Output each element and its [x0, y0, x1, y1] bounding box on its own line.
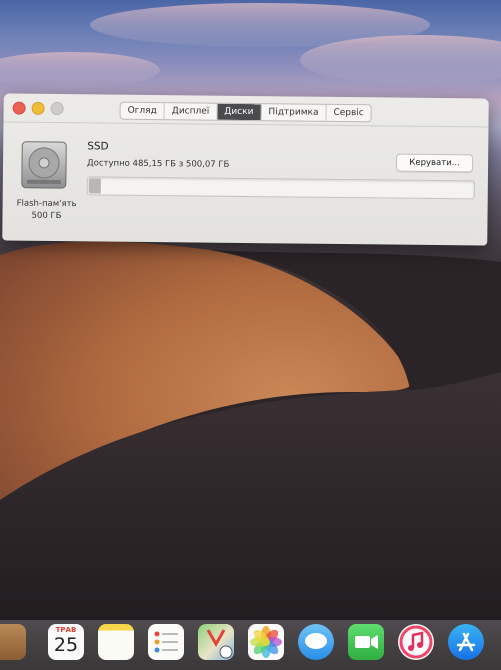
storage-used-segment	[88, 178, 101, 194]
close-button[interactable]	[12, 101, 26, 115]
dock: ТРАВ 25	[0, 620, 501, 670]
disk-available-text: Доступно 485,15 ГБ з 500,07 ГБ	[87, 158, 230, 170]
tab-service[interactable]: Сервіс	[326, 105, 370, 121]
tab-overview[interactable]: Огляд	[120, 102, 165, 120]
messages-icon[interactable]	[298, 624, 334, 660]
disk-type-label: Flash-пам'ять	[16, 198, 77, 210]
storage-usage-bar	[86, 176, 475, 200]
tab-displays[interactable]: Дисплеї	[164, 103, 218, 120]
maps-icon[interactable]	[198, 624, 234, 660]
system-info-window: Огляд Дисплеї Диски Підтримка Сервіс Fla…	[2, 93, 489, 246]
hard-drive-icon	[21, 141, 67, 189]
calendar-day: 25	[53, 634, 79, 656]
calendar-icon[interactable]: ТРАВ 25	[48, 624, 84, 660]
itunes-icon[interactable]	[398, 624, 434, 660]
disk-title: SSD	[87, 140, 109, 153]
zoom-button[interactable]	[50, 101, 64, 116]
app-store-icon[interactable]	[448, 624, 484, 660]
disk-capacity: 500 ГБ	[31, 210, 62, 222]
tab-support[interactable]: Підтримка	[261, 104, 327, 121]
toolbar-divider	[3, 121, 489, 128]
notes-icon[interactable]	[98, 624, 134, 660]
minimize-button[interactable]	[31, 101, 45, 115]
calendar-month: ТРАВ	[55, 626, 77, 634]
reminders-icon[interactable]	[148, 624, 184, 660]
tab-bar: Огляд Дисплеї Диски Підтримка Сервіс	[119, 101, 372, 123]
tab-storage[interactable]: Диски	[217, 103, 262, 121]
facetime-icon[interactable]	[348, 624, 384, 660]
window-controls	[12, 101, 64, 116]
contacts-icon[interactable]	[0, 624, 26, 660]
photos-icon[interactable]	[248, 624, 284, 660]
manage-button[interactable]: Керувати...	[395, 153, 474, 173]
disk-name: Flash-пам'ять 500 ГБ	[6, 198, 86, 223]
